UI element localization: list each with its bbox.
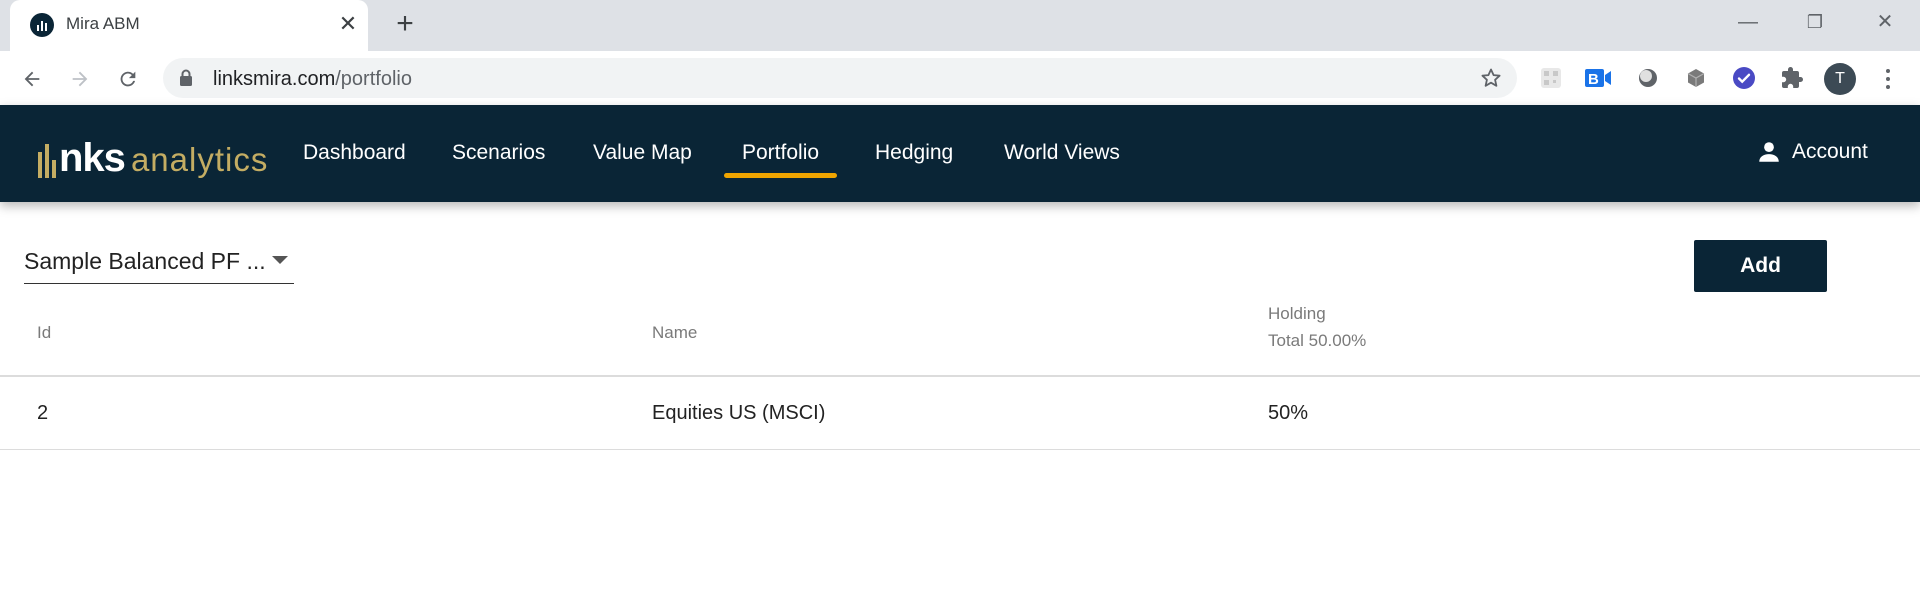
svg-text:B: B bbox=[1588, 71, 1599, 88]
nav-scenarios[interactable]: Scenarios bbox=[452, 141, 545, 165]
chevron-down-icon bbox=[272, 256, 288, 264]
user-icon bbox=[1759, 142, 1779, 162]
cell-holding: 50% bbox=[1268, 402, 1309, 424]
video-meeting-icon[interactable]: B bbox=[1584, 64, 1612, 92]
disc-icon[interactable] bbox=[1634, 64, 1662, 92]
browser-tab-strip: Mira ABM ✕ + — ❐ ✕ bbox=[0, 0, 1920, 51]
nav-world-views[interactable]: World Views bbox=[1004, 141, 1120, 165]
account-label: Account bbox=[1792, 140, 1868, 163]
account-button[interactable]: Account bbox=[1756, 139, 1868, 165]
tab-close-icon[interactable]: ✕ bbox=[335, 11, 361, 37]
cell-name: Equities US (MSCI) bbox=[652, 402, 826, 424]
profile-avatar[interactable]: T bbox=[1824, 63, 1856, 95]
url-text: linksmira.com/portfolio bbox=[213, 68, 412, 90]
new-tab-button[interactable]: + bbox=[389, 8, 421, 40]
reload-icon[interactable] bbox=[110, 61, 146, 97]
nav-portfolio[interactable]: Portfolio bbox=[742, 141, 819, 165]
qr-icon[interactable] bbox=[1537, 64, 1565, 92]
nav-value-map[interactable]: Value Map bbox=[593, 141, 692, 165]
logo-brand: nks bbox=[59, 136, 126, 180]
bookmark-star-icon[interactable] bbox=[1479, 66, 1503, 95]
back-arrow-icon[interactable] bbox=[14, 61, 50, 97]
logo-suffix: analytics bbox=[130, 141, 269, 178]
tab-title: Mira ABM bbox=[66, 14, 140, 33]
column-header-id[interactable]: Id bbox=[37, 323, 51, 343]
column-header-name[interactable]: Name bbox=[652, 323, 697, 343]
table-header-divider bbox=[0, 375, 1920, 377]
browser-menu-icon[interactable] bbox=[1874, 63, 1902, 95]
nav-dashboard[interactable]: Dashboard bbox=[303, 141, 406, 165]
add-button[interactable]: Add bbox=[1694, 240, 1827, 292]
nav-hedging[interactable]: Hedging bbox=[875, 141, 953, 165]
nav-active-indicator bbox=[724, 173, 837, 178]
portfolio-select[interactable]: Sample Balanced PF ... bbox=[24, 244, 294, 284]
logo-bars-icon bbox=[38, 142, 56, 178]
close-window-icon[interactable]: ✕ bbox=[1862, 6, 1908, 38]
column-header-holding[interactable]: Holding bbox=[1268, 304, 1326, 324]
row-divider bbox=[0, 449, 1920, 450]
lock-icon bbox=[179, 69, 193, 92]
cube-icon[interactable] bbox=[1682, 64, 1710, 92]
forward-arrow-icon[interactable] bbox=[62, 61, 98, 97]
restore-window-icon[interactable]: ❐ bbox=[1792, 6, 1838, 38]
browser-tab[interactable]: Mira ABM ✕ bbox=[10, 0, 368, 51]
app-header: nks analytics Dashboard Scenarios Value … bbox=[0, 105, 1920, 202]
browser-toolbar: linksmira.com/portfolio B T bbox=[0, 51, 1920, 105]
app-favicon-icon bbox=[30, 13, 54, 37]
portfolio-select-value: Sample Balanced PF ... bbox=[24, 248, 266, 274]
minimize-window-icon[interactable]: — bbox=[1725, 6, 1771, 38]
holding-total: Total 50.00% bbox=[1268, 331, 1367, 350]
links-analytics-logo[interactable]: nks analytics bbox=[38, 138, 268, 178]
cell-id: 2 bbox=[37, 402, 49, 424]
address-bar[interactable]: linksmira.com/portfolio bbox=[163, 58, 1517, 98]
check-circle-icon[interactable] bbox=[1730, 64, 1758, 92]
puzzle-icon[interactable] bbox=[1778, 64, 1806, 92]
